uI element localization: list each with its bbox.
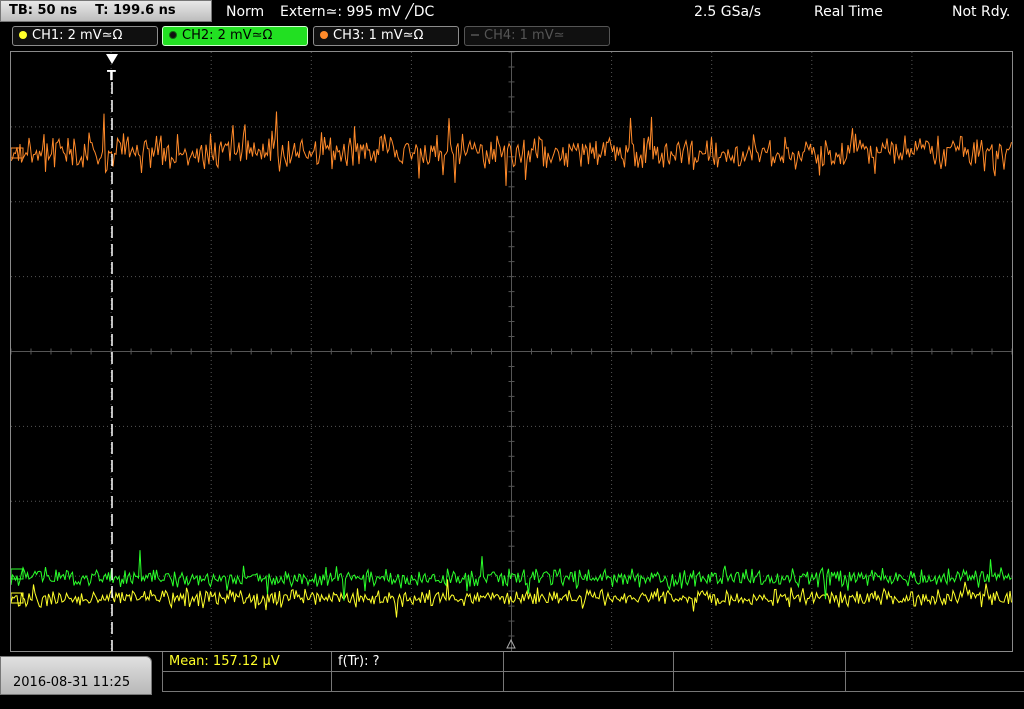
measurement-bar: Mean: 157.12 µV f(Tr): ? <box>162 652 1024 695</box>
freq-value: f(Tr): ? <box>338 654 380 669</box>
timebase-box[interactable]: TB: 50 ns T: 199.6 ns <box>0 0 212 22</box>
mean-value: Mean: 157.12 µV <box>169 654 280 669</box>
measurement-slot[interactable] <box>846 652 1024 672</box>
measurement-slot[interactable] <box>162 672 332 692</box>
datetime-box: 2016-08-31 11:25 <box>0 656 152 695</box>
measurement-slot[interactable] <box>504 652 674 672</box>
measurement-slot[interactable] <box>674 652 846 672</box>
channel-dot-icon <box>19 31 27 39</box>
trigger-time-value: T: 199.6 ns <box>95 3 176 18</box>
waveform-display: T <box>11 52 1012 651</box>
trigger-mode[interactable]: Norm <box>226 2 264 22</box>
channel-dot-icon <box>471 34 479 36</box>
trigger-indicator: T <box>106 54 516 651</box>
status-bar: TB: 50 ns T: 199.6 ns Norm Extern≃: 995 m… <box>0 0 1024 24</box>
channel-4-button[interactable]: CH4: 1 mV≃ <box>464 26 610 46</box>
trigger-marker-label: T <box>107 69 116 84</box>
scope-grid[interactable]: T <box>10 51 1013 652</box>
acquisition-status: Not Rdy. <box>952 4 1011 20</box>
channel-3-button[interactable]: CH3: 1 mV≃Ω <box>313 26 459 46</box>
channel-1-button[interactable]: CH1: 2 mV≃Ω <box>12 26 158 46</box>
channel-2-button[interactable]: CH2: 2 mV≃Ω <box>162 26 308 46</box>
mean-measurement[interactable]: Mean: 157.12 µV <box>162 652 332 672</box>
sample-rate: 2.5 GSa/s <box>694 4 762 20</box>
acquisition-mode[interactable]: Real Time <box>814 2 883 22</box>
channel-1-label: CH1: 2 mV≃Ω <box>32 28 123 43</box>
measurement-slot[interactable] <box>504 672 674 692</box>
timebase-value: TB: 50 ns <box>9 3 78 18</box>
trigger-marker-icon[interactable] <box>106 54 118 64</box>
channel-3-label: CH3: 1 mV≃Ω <box>333 28 424 43</box>
measurement-slot[interactable] <box>846 672 1024 692</box>
channel-4-label: CH4: 1 mV≃ <box>484 28 565 43</box>
measurement-slot[interactable] <box>332 672 504 692</box>
measurement-slot[interactable] <box>674 672 846 692</box>
trigger-source[interactable]: Extern≃: 995 mV ╱DC <box>280 2 434 22</box>
channel-dot-icon <box>169 31 177 39</box>
channel-dot-icon <box>320 31 328 39</box>
channel-2-label: CH2: 2 mV≃Ω <box>182 28 273 43</box>
freq-measurement[interactable]: f(Tr): ? <box>332 652 504 672</box>
channel-row: CH1: 2 mV≃Ω CH2: 2 mV≃Ω CH3: 1 mV≃Ω CH4:… <box>0 26 1024 48</box>
datetime-value: 2016-08-31 11:25 <box>13 675 131 690</box>
